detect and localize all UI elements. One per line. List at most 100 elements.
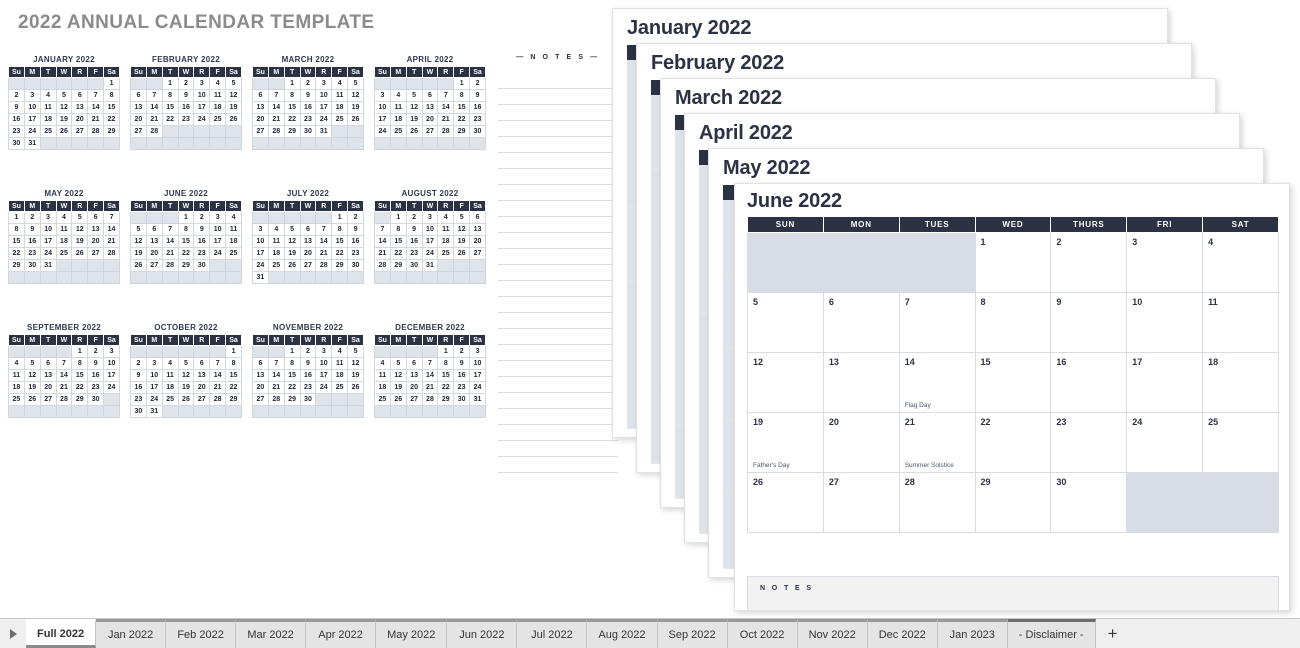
note-line[interactable] — [498, 217, 618, 233]
mini-day-blank[interactable] — [225, 271, 242, 284]
mini-day-blank[interactable] — [55, 259, 73, 272]
mini-day-cell[interactable]: 11 — [39, 101, 57, 114]
mini-day-cell[interactable]: 27 — [469, 247, 486, 260]
mini-day-cell[interactable]: 5 — [225, 77, 242, 90]
mini-day-cell[interactable]: 16 — [130, 381, 147, 394]
mini-day-cell[interactable]: 15 — [225, 369, 242, 382]
mini-day-cell[interactable]: 9 — [347, 223, 364, 236]
mini-day-cell[interactable]: 3 — [39, 211, 57, 224]
sheet-tab-jul-2022[interactable]: Jul 2022 — [517, 619, 588, 648]
mini-day-cell[interactable]: 2 — [87, 345, 105, 358]
note-line[interactable] — [498, 377, 618, 393]
mini-day-blank[interactable] — [103, 271, 120, 284]
mini-day-blank[interactable] — [103, 259, 120, 272]
mini-day-cell[interactable]: 9 — [87, 357, 105, 370]
mini-day-cell[interactable]: 17 — [103, 369, 120, 382]
mini-day-blank[interactable] — [87, 259, 105, 272]
mini-day-cell[interactable]: 28 — [103, 247, 120, 260]
mini-day-cell[interactable]: 26 — [130, 259, 147, 272]
mini-day-cell[interactable]: 5 — [130, 223, 147, 236]
mini-day-cell[interactable]: 25 — [8, 393, 25, 406]
mini-day-cell[interactable]: 23 — [87, 381, 105, 394]
month-day-cell[interactable]: 5 — [747, 292, 824, 353]
note-line[interactable] — [498, 361, 618, 377]
mini-day-cell[interactable]: 13 — [87, 223, 105, 236]
mini-day-cell[interactable]: 14 — [267, 369, 285, 382]
sheet-tab-nov-2022[interactable]: Nov 2022 — [797, 619, 868, 648]
mini-day-cell[interactable]: 4 — [331, 77, 349, 90]
mini-day-blank[interactable] — [437, 405, 455, 418]
mini-day-cell[interactable]: 4 — [8, 357, 25, 370]
mini-day-cell[interactable]: 17 — [374, 113, 391, 126]
mini-day-cell[interactable]: 6 — [71, 89, 89, 102]
month-day-cell[interactable]: 8 — [974, 292, 1052, 353]
mini-day-blank[interactable] — [225, 259, 242, 272]
mini-day-cell[interactable]: 9 — [8, 101, 25, 114]
mini-day-cell[interactable]: 17 — [421, 235, 439, 248]
mini-day-cell[interactable]: 22 — [177, 247, 195, 260]
mini-day-cell[interactable]: 13 — [252, 101, 269, 114]
mini-day-cell[interactable]: 19 — [347, 101, 364, 114]
mini-day-cell[interactable]: 8 — [225, 357, 242, 370]
mini-day-cell[interactable]: 15 — [71, 369, 89, 382]
mini-day-cell[interactable]: 9 — [469, 89, 486, 102]
mini-day-cell[interactable]: 11 — [55, 223, 73, 236]
mini-day-cell[interactable]: 13 — [145, 235, 163, 248]
note-line[interactable] — [498, 313, 618, 329]
mini-day-cell[interactable]: 23 — [405, 247, 423, 260]
mini-day-blank[interactable] — [193, 271, 211, 284]
mini-day-cell[interactable]: 14 — [161, 235, 179, 248]
mini-day-cell[interactable]: 28 — [421, 393, 439, 406]
month-day-cell[interactable]: 4 — [1202, 232, 1279, 293]
mini-day-cell[interactable]: 30 — [8, 137, 25, 150]
note-line[interactable] — [498, 105, 618, 121]
mini-day-cell[interactable]: 14 — [145, 101, 163, 114]
mini-day-cell[interactable]: 19 — [405, 113, 423, 126]
mini-day-cell[interactable]: 3 — [315, 345, 333, 358]
mini-day-cell[interactable]: 22 — [389, 247, 407, 260]
mini-day-cell[interactable]: 5 — [177, 357, 195, 370]
mini-day-cell[interactable]: 18 — [8, 381, 25, 394]
mini-day-cell[interactable]: 11 — [209, 89, 227, 102]
mini-day-cell[interactable]: 19 — [389, 381, 407, 394]
month-day-cell[interactable]: 15 — [974, 352, 1052, 413]
mini-day-cell[interactable]: 4 — [389, 89, 407, 102]
mini-day-cell[interactable]: 10 — [193, 89, 211, 102]
mini-day-blank[interactable] — [161, 405, 179, 418]
mini-day-blank[interactable] — [347, 271, 364, 284]
mini-day-blank[interactable] — [331, 137, 349, 150]
mini-day-cell[interactable]: 24 — [39, 247, 57, 260]
mini-day-cell[interactable]: 12 — [71, 223, 89, 236]
mini-day-cell[interactable]: 28 — [161, 259, 179, 272]
mini-day-blank[interactable] — [374, 137, 391, 150]
mini-day-cell[interactable]: 26 — [389, 393, 407, 406]
add-sheet-button[interactable]: + — [1095, 619, 1130, 648]
mini-day-cell[interactable]: 11 — [389, 101, 407, 114]
mini-day-cell[interactable]: 4 — [437, 211, 455, 224]
mini-day-cell[interactable]: 27 — [299, 259, 317, 272]
mini-day-blank[interactable] — [421, 405, 439, 418]
mini-day-cell[interactable]: 29 — [71, 393, 89, 406]
mini-day-cell[interactable]: 18 — [389, 113, 407, 126]
mini-day-cell[interactable]: 11 — [267, 235, 285, 248]
mini-day-blank[interactable] — [283, 271, 301, 284]
mini-day-blank[interactable] — [374, 405, 391, 418]
mini-day-cell[interactable]: 9 — [130, 369, 147, 382]
mini-day-blank[interactable] — [469, 259, 486, 272]
mini-day-blank[interactable] — [453, 259, 471, 272]
mini-day-cell[interactable]: 6 — [405, 357, 423, 370]
note-line[interactable] — [498, 441, 618, 457]
mini-day-cell[interactable]: 16 — [23, 235, 41, 248]
mini-day-cell[interactable]: 29 — [283, 125, 301, 138]
mini-day-blank[interactable] — [437, 271, 455, 284]
mini-day-blank[interactable] — [267, 211, 285, 224]
note-line[interactable] — [498, 249, 618, 265]
mini-day-cell[interactable]: 7 — [437, 89, 455, 102]
mini-day-cell[interactable]: 12 — [389, 369, 407, 382]
mini-day-cell[interactable]: 4 — [374, 357, 391, 370]
mini-day-cell[interactable]: 18 — [225, 235, 242, 248]
mini-day-cell[interactable]: 3 — [421, 211, 439, 224]
mini-day-blank[interactable] — [347, 125, 364, 138]
mini-day-cell[interactable]: 21 — [437, 113, 455, 126]
sheet-tab-feb-2022[interactable]: Feb 2022 — [166, 619, 237, 648]
